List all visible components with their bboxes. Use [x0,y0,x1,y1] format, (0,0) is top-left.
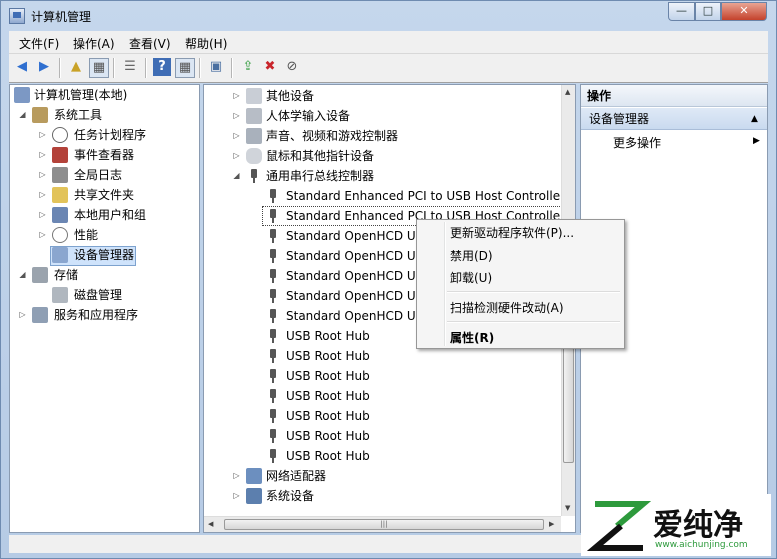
action-pane-toggle-icon[interactable]: ▦ [175,58,195,78]
expand-icon[interactable]: ▷ [232,146,241,166]
console-tree-pane: 计算机管理(本地) ◢ 系统工具 ▷ 任务计划程序 ▷ 事件查看器 ▷ 全局日志… [9,84,200,533]
usb-icon [270,329,276,343]
more-actions-item[interactable]: 更多操作 [613,134,661,151]
brand-logo-icon [587,501,651,551]
expand-icon[interactable]: ▷ [38,125,47,145]
computer-management-icon [14,87,30,103]
scan-hardware-icon[interactable]: ▣ [207,58,225,76]
sound-icon [246,128,262,144]
forward-arrow-icon[interactable]: ▶ [35,58,53,76]
usb-icon [270,269,276,283]
system-devices-icon [246,488,262,504]
properties-sheet-icon[interactable]: ☰ [121,58,139,76]
submenu-arrow-icon: ▶ [753,136,760,146]
menu-file[interactable]: 文件(F) [19,35,59,52]
scroll-down-icon[interactable]: ▼ [565,504,570,512]
usb-icon [251,169,257,183]
usb-icon [270,289,276,303]
expand-icon[interactable]: ▷ [38,205,47,225]
actions-section-device-manager[interactable]: 设备管理器 ▲ [581,108,767,130]
maximize-button[interactable]: □ [695,2,721,21]
users-icon [52,207,68,223]
collapse-icon[interactable]: ◢ [232,166,241,186]
watermark-brand: 爱纯净 [653,508,743,543]
network-icon [246,468,262,484]
expand-icon[interactable]: ▷ [232,466,241,486]
clock-icon [52,127,68,143]
update-driver-icon[interactable]: ⇪ [239,58,257,76]
services-icon [32,307,48,323]
minimize-button[interactable]: — [668,2,695,21]
menu-bar: 文件(F) 操作(A) 查看(V) 帮助(H) [9,31,768,54]
usb-icon [270,249,276,263]
expand-icon[interactable]: ▷ [232,86,241,106]
show-hide-tree-icon[interactable]: ▦ [89,58,109,78]
usb-icon [270,209,276,223]
help-icon[interactable]: ? [153,58,171,76]
collapse-section-icon[interactable]: ▲ [751,108,758,130]
title-bar: 计算机管理 — □ ✕ [1,1,776,31]
expand-icon[interactable]: ▷ [18,305,27,325]
menu-properties[interactable]: 属性(R) [450,329,494,346]
disable-device-icon[interactable]: ⊘ [283,58,301,76]
computer-management-window: 计算机管理 — □ ✕ 文件(F) 操作(A) 查看(V) 帮助(H) ◀ ▶ … [0,0,777,559]
app-icon [9,8,25,24]
expand-icon[interactable]: ▷ [232,486,241,506]
horizontal-scroll-thumb[interactable]: ||| [224,519,544,530]
log-icon [52,167,68,183]
menu-disable[interactable]: 禁用(D) [450,247,493,264]
expand-icon[interactable]: ▷ [232,126,241,146]
collapse-icon[interactable]: ◢ [18,265,27,285]
menu-update-driver[interactable]: 更新驱动程序软件(P)... [450,224,574,241]
menu-help[interactable]: 帮助(H) [185,35,227,52]
usb-icon [270,189,276,203]
usb-icon [270,369,276,383]
horizontal-scrollbar[interactable]: ◀ ||| ▶ [204,516,561,532]
mouse-icon [246,148,262,164]
usb-icon [270,449,276,463]
menu-scan-hardware[interactable]: 扫描检测硬件改动(A) [450,299,564,316]
window-title: 计算机管理 [31,10,92,24]
usb-icon [270,349,276,363]
expand-icon[interactable]: ▷ [38,165,47,185]
more-actions-label: 更多操作 [613,136,662,150]
usb-icon [270,409,276,423]
actions-section-label: 设备管理器 [589,112,650,126]
shared-folder-icon [52,187,68,203]
storage-icon [32,267,48,283]
scroll-right-icon[interactable]: ▶ [549,520,554,528]
expand-icon[interactable]: ▷ [38,145,47,165]
menu-action[interactable]: 操作(A) [73,35,115,52]
event-viewer-icon [52,147,68,163]
other-devices-icon [246,88,262,104]
uninstall-device-icon[interactable]: ✖ [261,58,279,76]
watermark-url: www.aichunjing.com [655,540,748,550]
device-context-menu: 更新驱动程序软件(P)... 禁用(D) 卸载(U) 扫描检测硬件改动(A) 属… [416,219,625,349]
performance-icon [52,227,68,243]
back-arrow-icon[interactable]: ◀ [13,58,31,76]
toolbar: ◀ ▶ ▲ ▦ ☰ ? ▦ ▣ ⇪ ✖ ⊘ [9,54,768,83]
hid-icon [246,108,262,124]
expand-icon[interactable]: ▷ [38,225,47,245]
device-manager-icon [52,247,68,263]
menu-view[interactable]: 查看(V) [129,35,171,52]
usb-icon [270,389,276,403]
usb-icon [270,229,276,243]
expand-icon[interactable]: ▷ [38,185,47,205]
disk-icon [52,287,68,303]
scroll-left-icon[interactable]: ◀ [208,520,213,528]
close-button[interactable]: ✕ [721,2,767,21]
watermark: 爱纯净 www.aichunjing.com [581,494,771,556]
usb-icon [270,309,276,323]
scroll-up-icon[interactable]: ▲ [565,88,570,96]
up-folder-icon[interactable]: ▲ [67,58,85,76]
collapse-icon[interactable]: ◢ [18,105,27,125]
actions-header: 操作 [581,85,767,107]
system-tools-icon [32,107,48,123]
usb-icon [270,429,276,443]
expand-icon[interactable]: ▷ [232,106,241,126]
menu-uninstall[interactable]: 卸载(U) [450,269,492,286]
